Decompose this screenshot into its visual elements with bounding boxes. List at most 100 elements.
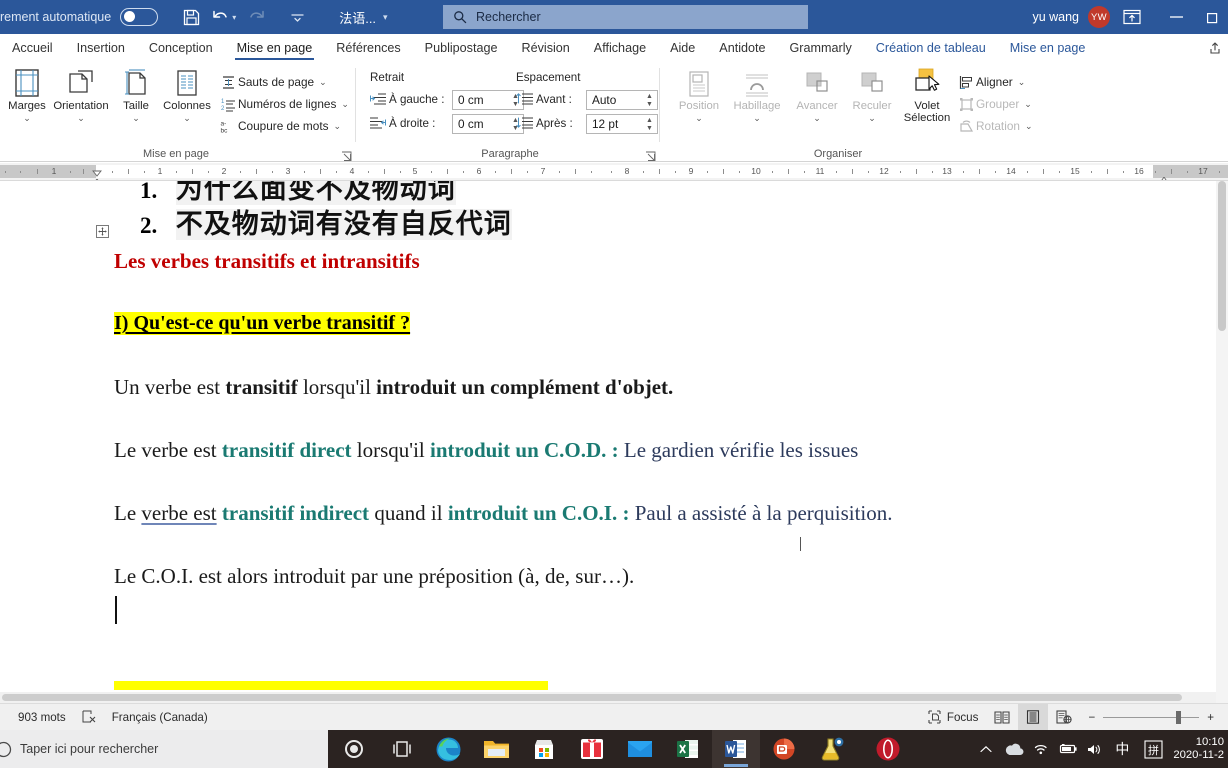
ribbon-display-options-icon[interactable] <box>1110 0 1154 34</box>
text-wrap-button[interactable]: Habillage ⌄ <box>721 66 793 138</box>
taskbar-clock[interactable]: 10:10 2020-11-2 <box>1173 736 1228 763</box>
tab-references[interactable]: Références <box>324 34 412 62</box>
selection-pane-button[interactable]: Volet Sélection <box>896 66 958 138</box>
tab-mise-en-page[interactable]: Mise en page <box>225 34 325 62</box>
wifi-icon[interactable] <box>1029 730 1055 768</box>
orientation-chevron-down-icon[interactable]: ⌄ <box>50 113 112 124</box>
hyphenation-chevron-down-icon[interactable]: ⌄ <box>334 121 342 132</box>
send-backward-chevron-down-icon[interactable]: ⌄ <box>843 113 901 124</box>
bring-forward-chevron-down-icon[interactable]: ⌄ <box>788 113 846 124</box>
align-chevron-down-icon[interactable]: ⌄ <box>1018 77 1026 88</box>
print-layout-button[interactable] <box>1018 703 1049 731</box>
tab-antidote[interactable]: Antidote <box>707 34 777 62</box>
orientation-button[interactable]: Orientation ⌄ <box>50 66 112 138</box>
tab-mise-en-page-tableau[interactable]: Mise en page <box>998 34 1098 62</box>
undo-chevron-down-icon[interactable]: ▾ <box>232 13 236 22</box>
language-status[interactable]: Français (Canada) <box>104 704 216 731</box>
horizontal-scrollbar[interactable] <box>0 692 1216 703</box>
tab-grammarly[interactable]: Grammarly <box>778 34 864 62</box>
bring-forward-button[interactable]: Avancer ⌄ <box>788 66 846 138</box>
group-chevron-down-icon[interactable]: ⌄ <box>1024 99 1032 110</box>
hyphenation-button[interactable]: a-bc Coupure de mots ⌄ <box>218 115 341 137</box>
rotate-button[interactable]: Rotation ⌄ <box>956 115 1033 137</box>
indent-left-input[interactable]: 0 cm ▲ ▼ <box>452 90 524 110</box>
zoom-in-button[interactable]: + <box>1199 704 1228 731</box>
gift-app-icon[interactable] <box>568 730 616 768</box>
tab-aide[interactable]: Aide <box>658 34 707 62</box>
volume-icon[interactable] <box>1081 730 1107 768</box>
horizontal-scrollbar-thumb[interactable] <box>2 694 1182 701</box>
task-view-icon[interactable] <box>378 730 426 768</box>
group-button[interactable]: Grouper ⌄ <box>956 93 1032 115</box>
table-move-handle-icon[interactable] <box>96 225 109 238</box>
tab-conception[interactable]: Conception <box>137 34 225 62</box>
cortana-circle-icon[interactable] <box>0 741 12 758</box>
line-numbers-chevron-down-icon[interactable]: ⌄ <box>341 99 349 110</box>
zoom-out-button[interactable]: − <box>1080 704 1103 731</box>
powerpoint-icon[interactable] <box>760 730 808 768</box>
share-icon[interactable] <box>1202 35 1228 61</box>
cortana-icon[interactable] <box>330 730 378 768</box>
columns-button[interactable]: Colonnes ⌄ <box>158 66 216 138</box>
rotate-chevron-down-icon[interactable]: ⌄ <box>1025 121 1033 132</box>
restore-icon[interactable] <box>1198 0 1228 34</box>
vertical-scrollbar[interactable] <box>1216 181 1228 703</box>
word-count[interactable]: 903 mots <box>0 704 74 731</box>
horizontal-ruler[interactable]: 1 1 2 3 4 5 6 7 8 9 10 11 12 13 14 15 16… <box>0 163 1228 181</box>
focus-mode-button[interactable]: Focus <box>920 704 987 731</box>
line-numbers-button[interactable]: 12 Numéros de lignes ⌄ <box>218 93 349 115</box>
language-indicator[interactable]: 法语... <box>339 8 376 27</box>
word-icon[interactable] <box>712 730 760 768</box>
ime-chinese-icon[interactable]: 中 <box>1107 730 1137 768</box>
columns-chevron-down-icon[interactable]: ⌄ <box>158 113 216 124</box>
size-chevron-down-icon[interactable]: ⌄ <box>113 113 159 124</box>
edge-icon[interactable] <box>424 730 472 768</box>
document-canvas[interactable]: 1. 为什么面变不及物动词 2. 不及物动词有没有自反代词 Les verbes… <box>0 181 1228 703</box>
right-indent-marker[interactable] <box>1159 172 1168 180</box>
tab-insertion[interactable]: Insertion <box>65 34 137 62</box>
file-explorer-icon[interactable] <box>472 730 520 768</box>
tab-publipostage[interactable]: Publipostage <box>413 34 510 62</box>
read-mode-button[interactable] <box>986 704 1018 731</box>
text-wrap-chevron-down-icon[interactable]: ⌄ <box>721 113 793 124</box>
onedrive-icon[interactable] <box>999 730 1029 768</box>
tab-accueil[interactable]: Accueil <box>0 34 65 62</box>
page-setup-dialog-launcher[interactable] <box>341 149 352 161</box>
tab-creation-de-tableau[interactable]: Création de tableau <box>864 34 998 62</box>
search-input[interactable]: Rechercher <box>443 5 808 29</box>
page-breaks-chevron-down-icon[interactable]: ⌄ <box>319 77 327 88</box>
page-breaks-button[interactable]: Sauts de page ⌄ <box>218 71 327 93</box>
language-chevron-down-icon[interactable]: ▾ <box>383 12 388 23</box>
antidote-icon[interactable] <box>808 730 856 768</box>
opera-icon[interactable] <box>864 730 912 768</box>
tab-revision[interactable]: Révision <box>510 34 582 62</box>
send-backward-button[interactable]: Reculer ⌄ <box>843 66 901 138</box>
battery-icon[interactable] <box>1055 730 1081 768</box>
tab-affichage[interactable]: Affichage <box>582 34 658 62</box>
web-layout-button[interactable] <box>1048 704 1080 731</box>
size-button[interactable]: Taille ⌄ <box>113 66 159 138</box>
vertical-scrollbar-thumb[interactable] <box>1218 181 1226 331</box>
save-icon[interactable] <box>176 4 206 30</box>
paragraph-dialog-launcher[interactable] <box>645 149 656 161</box>
zoom-slider-thumb[interactable] <box>1176 710 1182 724</box>
show-hidden-icons-icon[interactable] <box>973 730 999 768</box>
autosave-toggle[interactable] <box>120 8 159 26</box>
spacing-after-input[interactable]: 12 pt ▲ ▼ <box>586 114 658 134</box>
align-button[interactable]: Aligner ⌄ <box>956 71 1025 93</box>
mail-icon[interactable] <box>616 730 664 768</box>
excel-icon[interactable] <box>664 730 712 768</box>
minimize-icon[interactable] <box>1154 0 1198 34</box>
ime-pinyin-icon[interactable]: 拼 <box>1137 730 1169 768</box>
customize-quick-access-icon[interactable] <box>283 4 313 30</box>
user-name[interactable]: yu wang <box>1032 10 1079 24</box>
spacing-before-input[interactable]: Auto ▲ ▼ <box>586 90 658 110</box>
proofing-errors-icon[interactable] <box>74 704 104 731</box>
microsoft-store-icon[interactable] <box>520 730 568 768</box>
indent-right-input[interactable]: 0 cm ▲ ▼ <box>452 114 524 134</box>
hanging-indent-marker[interactable] <box>92 173 101 180</box>
first-line-indent-marker[interactable] <box>92 164 102 177</box>
taskbar-search-input[interactable]: Taper ici pour rechercher <box>0 730 328 768</box>
zoom-slider[interactable] <box>1103 704 1200 731</box>
avatar[interactable]: YW <box>1088 6 1110 28</box>
